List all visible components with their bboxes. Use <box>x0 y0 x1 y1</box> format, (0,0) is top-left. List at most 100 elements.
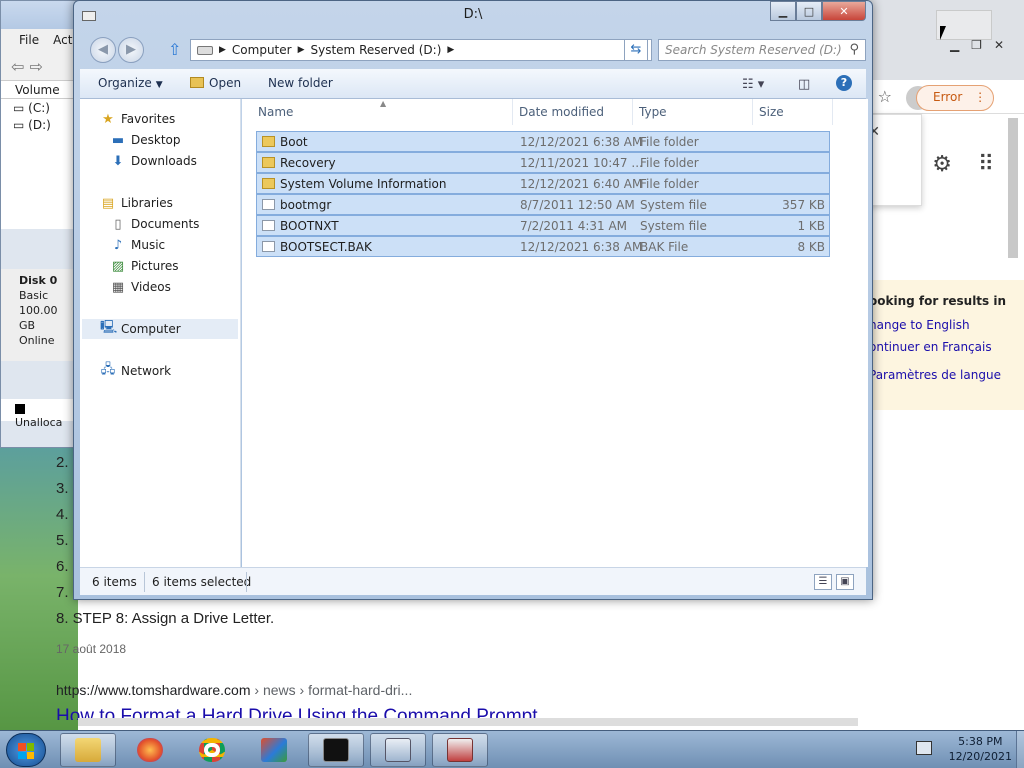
menu-file[interactable]: File <box>19 33 39 51</box>
horizontal-scrollbar[interactable] <box>78 718 858 726</box>
column-divider[interactable] <box>512 99 513 125</box>
open-folder-icon <box>190 77 204 88</box>
close-icon[interactable]: ✕ <box>994 38 1004 52</box>
nav-label: Music <box>131 238 166 252</box>
disk-management-titlebar <box>1 1 77 29</box>
file-name: BOOTNXT <box>280 219 339 233</box>
system-clock[interactable]: 5:38 PM 12/20/2021 <box>949 734 1012 764</box>
column-header-name[interactable]: Name <box>258 105 293 125</box>
maximize-icon[interactable]: ❐ <box>971 38 982 52</box>
column-header-size[interactable]: Size <box>759 105 784 125</box>
volume-item[interactable]: ▭ (C:) <box>13 101 65 118</box>
breadcrumb-drive[interactable]: System Reserved (D:) <box>311 43 442 57</box>
language-settings-link[interactable]: Paramètres de langue <box>869 368 1024 382</box>
result-url[interactable]: https://www.tomshardware.com › news › fo… <box>56 682 412 698</box>
forward-arrow-icon[interactable]: ⇨ <box>30 57 43 76</box>
column-header-type[interactable]: Type <box>639 105 667 125</box>
nav-videos[interactable]: ▦ Videos <box>110 277 171 297</box>
action-center-flag-icon[interactable] <box>916 741 932 755</box>
disk-label: Disk 0 <box>19 274 58 287</box>
breadcrumb-separator-icon[interactable]: ▶ <box>447 45 454 55</box>
nav-network[interactable]: 🖧 Network <box>100 361 171 381</box>
minimize-button[interactable]: ▁ <box>770 1 796 21</box>
disk-management-menubar: File Acti <box>1 29 77 51</box>
apps-grid-icon[interactable]: ⠿ <box>978 152 994 177</box>
file-type: System file <box>640 219 707 233</box>
file-row[interactable]: Recovery 12/11/2021 10:47 ... File folde… <box>256 152 830 173</box>
nav-desktop[interactable]: ▬ Desktop <box>110 130 181 150</box>
nav-label: Computer <box>121 322 181 336</box>
nav-computer[interactable]: 🖳 Computer <box>82 319 238 339</box>
forward-button[interactable]: ▶ <box>118 37 144 63</box>
back-button[interactable]: ◀ <box>90 37 116 63</box>
new-folder-button[interactable]: New folder <box>268 76 333 90</box>
refresh-button[interactable]: ⇆ <box>624 39 648 61</box>
clock-time: 5:38 PM <box>958 735 1003 748</box>
language-link[interactable]: ontinuer en Français <box>869 340 1024 354</box>
language-notice-heading: ooking for results in <box>869 294 1007 308</box>
start-button[interactable] <box>6 733 46 767</box>
file-row[interactable]: bootmgr 8/7/2011 12:50 AM System file 35… <box>256 194 830 215</box>
file-row[interactable]: System Volume Information 12/12/2021 6:4… <box>256 173 830 194</box>
minimize-icon[interactable]: ▁ <box>950 38 959 52</box>
file-date: 7/2/2011 4:31 AM <box>520 219 628 233</box>
file-row[interactable]: Boot 12/12/2021 6:38 AM File folder <box>256 131 830 152</box>
breadcrumb-computer[interactable]: Computer <box>232 43 292 57</box>
refresh-icon: ⇆ <box>630 42 642 57</box>
help-icon[interactable]: ? <box>836 75 852 91</box>
column-divider[interactable] <box>832 99 833 125</box>
back-arrow-icon[interactable]: ⇦ <box>11 57 24 76</box>
taskbar-office[interactable] <box>246 733 302 767</box>
nav-downloads[interactable]: ⬇ Downloads <box>110 151 197 171</box>
column-header-date[interactable]: Date modified <box>519 105 604 125</box>
up-arrow-icon[interactable]: ⇧ <box>168 40 181 59</box>
scrollbar-thumb[interactable] <box>1008 118 1018 258</box>
settings-gear-icon[interactable]: ⚙ <box>932 152 952 177</box>
bookmark-star-icon[interactable]: ☆ <box>878 87 892 106</box>
large-icons-view-icon[interactable]: ▣ <box>836 574 854 590</box>
taskbar-file-explorer[interactable] <box>60 733 116 767</box>
breadcrumb-separator-icon[interactable]: ▶ <box>298 45 305 55</box>
window-controls: ▁ □ ✕ <box>770 1 866 21</box>
file-row[interactable]: BOOTNXT 7/2/2011 4:31 AM System file 1 K… <box>256 215 830 236</box>
nav-label: Favorites <box>121 112 176 126</box>
close-button[interactable]: ✕ <box>822 1 866 21</box>
taskbar-command-prompt[interactable] <box>308 733 364 767</box>
file-type: File folder <box>640 177 699 191</box>
nav-music[interactable]: ♪ Music <box>110 235 165 255</box>
navigation-row: ◀ ▶ ⇧ ▶ Computer ▶ System Reserved (D:) … <box>82 35 866 65</box>
clock-date: 12/20/2021 <box>948 750 1012 763</box>
preview-pane-icon[interactable]: ◫ <box>798 77 810 92</box>
organize-label: Organize <box>98 76 152 90</box>
file-size: 8 KB <box>797 240 825 254</box>
change-view-icon[interactable]: ☷ ▾ <box>742 77 764 92</box>
organize-button[interactable]: Organize ▼ <box>98 76 163 90</box>
navigation-pane: ★ Favorites ▬ Desktop ⬇ Downloads ▤ Librarie… <box>80 99 241 567</box>
volume-item[interactable]: ▭ (D:) <box>13 118 65 135</box>
address-bar[interactable]: ▶ Computer ▶ System Reserved (D:) ▶ ▼ <box>190 39 652 61</box>
error-badge-button[interactable]: Error ⋮ <box>916 85 994 111</box>
taskbar-firefox[interactable] <box>122 733 178 767</box>
volume-column-header[interactable]: Volume <box>1 81 77 99</box>
nav-favorites[interactable]: ★ Favorites <box>100 109 175 129</box>
chrome-icon <box>199 738 225 762</box>
taskbar-chrome[interactable] <box>184 733 240 767</box>
breadcrumb-separator-icon[interactable]: ▶ <box>219 45 226 55</box>
column-divider[interactable] <box>632 99 633 125</box>
file-row[interactable]: BOOTSECT.BAK 12/12/2021 6:38 AM BAK File… <box>256 236 830 257</box>
column-divider[interactable] <box>752 99 753 125</box>
nav-libraries[interactable]: ▤ Libraries <box>100 193 173 213</box>
show-desktop-button[interactable] <box>1016 731 1024 768</box>
open-button[interactable]: Open <box>190 76 241 90</box>
maximize-button[interactable]: □ <box>796 1 822 21</box>
result-date: 17 août 2018 <box>56 642 127 656</box>
minimize-icon: ▁ <box>778 4 788 18</box>
vertical-scrollbar[interactable] <box>1006 116 1018 716</box>
nav-documents[interactable]: ▯ Documents <box>110 214 199 234</box>
nav-pictures[interactable]: ▨ Pictures <box>110 256 179 276</box>
details-view-icon[interactable]: ☰ <box>814 574 832 590</box>
taskbar-disk-management[interactable] <box>432 733 488 767</box>
search-input[interactable]: Search System Reserved (D:) ⚲ <box>658 39 866 61</box>
language-link[interactable]: hange to English <box>869 318 1024 332</box>
taskbar-control-panel[interactable] <box>370 733 426 767</box>
